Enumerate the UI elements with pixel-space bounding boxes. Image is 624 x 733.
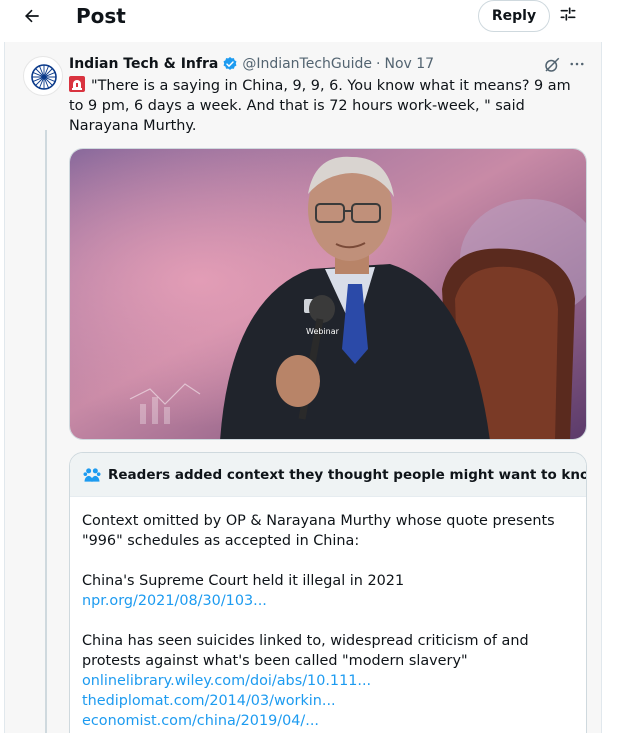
verified-badge-icon[interactable] [222, 56, 238, 72]
community-note-header[interactable]: Readers added context they thought peopl… [70, 453, 586, 497]
note-paragraph: China has seen suicides linked to, wides… [82, 633, 529, 669]
author-name[interactable]: Indian Tech & Infra [69, 56, 218, 72]
mic-logo: Webinar [306, 327, 340, 336]
top-bar: Post Reply [0, 0, 624, 40]
grok-icon[interactable] [543, 56, 561, 74]
ashoka-chakra-icon [31, 64, 57, 90]
people-icon [82, 465, 102, 485]
page-title: Post [76, 4, 126, 28]
note-link[interactable]: npr.org/2021/08/30/103... [82, 591, 578, 611]
note-paragraph: China's Supreme Court held it illegal in… [82, 573, 405, 589]
back-button[interactable] [20, 6, 44, 30]
sliders-icon [558, 4, 578, 29]
community-note: Readers added context they thought peopl… [69, 452, 587, 733]
note-link[interactable]: thediplomat.com/2014/03/workin... [82, 691, 578, 711]
tweet-panel: Indian Tech & Infra @IndianTechGuide · N… [4, 42, 602, 733]
thread-line [45, 130, 47, 733]
arrow-left-icon [22, 6, 42, 31]
siren-icon [69, 76, 85, 92]
community-note-body: Context omitted by OP & Narayana Murthy … [82, 511, 578, 731]
post-date[interactable]: Nov 17 [384, 56, 434, 72]
filter-button[interactable] [556, 4, 580, 28]
note-paragraph: Context omitted by OP & Narayana Murthy … [82, 513, 555, 549]
avatar[interactable] [23, 56, 63, 96]
author-handle[interactable]: @IndianTechGuide [242, 56, 372, 72]
tweet-body: "There is a saying in China, 9, 9, 6. Yo… [69, 78, 571, 134]
note-link[interactable]: onlinelibrary.wiley.com/doi/abs/10.111..… [82, 671, 578, 691]
separator-dot: · [376, 56, 381, 72]
reply-button[interactable]: Reply [478, 0, 550, 32]
author-row: Indian Tech & Infra @IndianTechGuide · N… [69, 54, 434, 74]
community-note-title: Readers added context they thought peopl… [108, 466, 587, 483]
tweet-text: "There is a saying in China, 9, 9, 6. Yo… [69, 76, 585, 136]
tweet-photo[interactable]: Webinar [69, 148, 587, 440]
note-link[interactable]: economist.com/china/2019/04/... [82, 711, 578, 731]
more-icon[interactable] [567, 54, 587, 74]
